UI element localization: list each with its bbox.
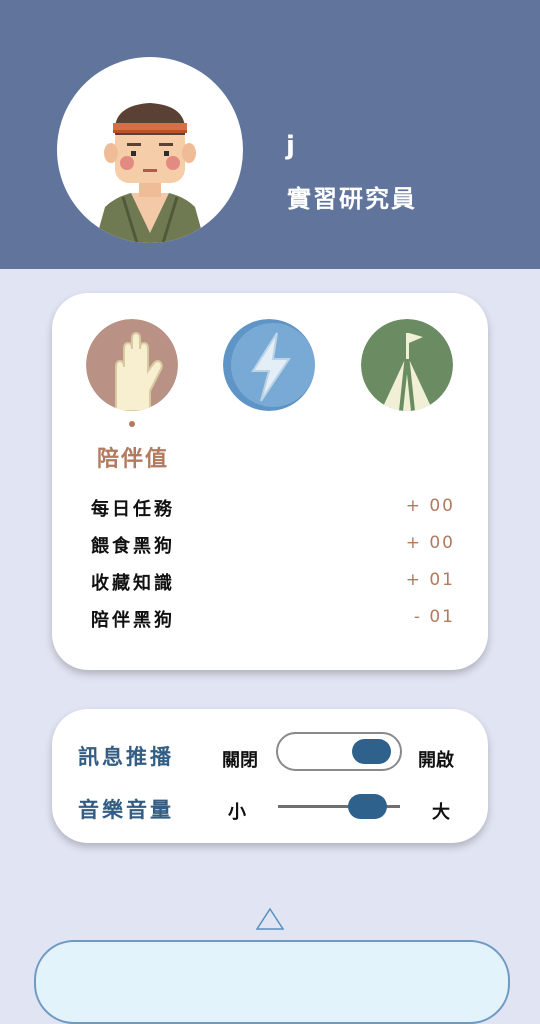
toggle-knob[interactable] [352, 739, 391, 764]
stat-row: 收藏知識 + 01 [91, 569, 455, 594]
stat-label: 每日任務 [91, 499, 175, 520]
expand-up-icon[interactable] [255, 907, 285, 931]
stat-row: 陪伴黑狗 - 01 [91, 606, 455, 631]
notification-toggle[interactable] [276, 732, 402, 771]
selected-indicator-dot [129, 421, 135, 427]
avatar[interactable] [57, 57, 243, 243]
stat-row: 每日任務 + 00 [91, 495, 455, 520]
volume-slider-handle[interactable] [348, 794, 387, 819]
stat-label: 餵食黑狗 [91, 536, 175, 557]
category-tab-achievement[interactable] [361, 319, 453, 411]
avatar-illustration-icon [95, 103, 205, 243]
volume-max-label: 大 [432, 802, 450, 823]
bottom-drawer-panel[interactable] [34, 940, 510, 1024]
stat-value: - 01 [413, 607, 455, 627]
stat-value: + 00 [405, 533, 455, 553]
notification-on-label: 開啟 [418, 750, 454, 771]
stat-value: + 01 [405, 570, 455, 590]
settings-card: 訊息推播 關閉 開啟 音樂音量 小 大 [52, 709, 488, 843]
category-tab-companion[interactable] [86, 319, 178, 411]
category-title: 陪伴值 [97, 447, 170, 472]
notification-label: 訊息推播 [78, 745, 174, 769]
raised-hand-icon [86, 319, 178, 411]
lightning-icon [223, 319, 315, 411]
volume-min-label: 小 [228, 802, 246, 823]
username: j [286, 131, 295, 161]
volume-label: 音樂音量 [78, 798, 174, 822]
stat-row: 餵食黑狗 + 00 [91, 532, 455, 557]
summit-flag-icon [361, 319, 453, 411]
stat-label: 陪伴黑狗 [91, 610, 175, 631]
stat-label: 收藏知識 [91, 573, 175, 594]
user-role: 實習研究員 [287, 185, 417, 213]
companion-stats-card: 陪伴值 每日任務 + 00 餵食黑狗 + 00 收藏知識 + 01 陪伴黑狗 -… [52, 293, 488, 670]
stat-value: + 00 [405, 496, 455, 516]
category-tab-energy[interactable] [223, 319, 315, 411]
profile-header: j 實習研究員 [0, 0, 540, 269]
notification-off-label: 關閉 [222, 750, 258, 771]
